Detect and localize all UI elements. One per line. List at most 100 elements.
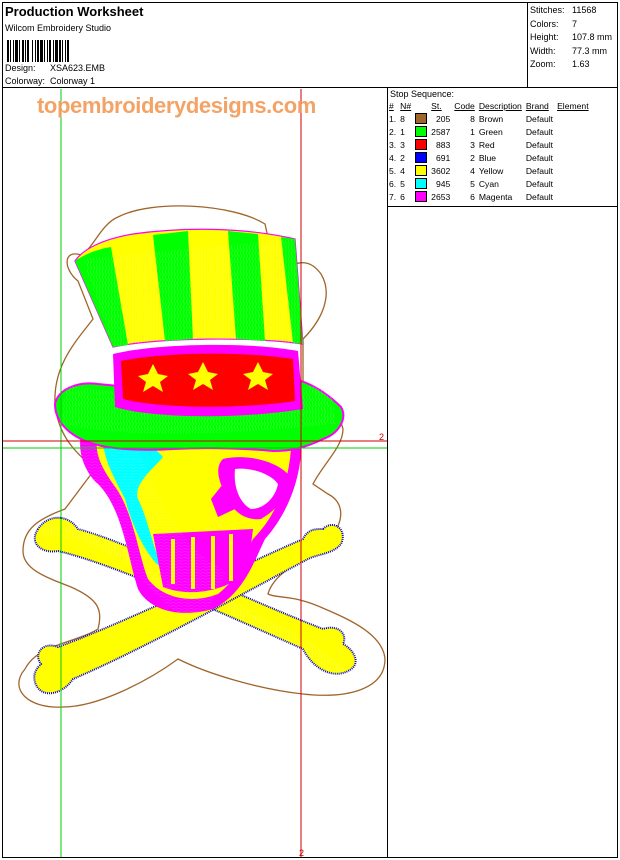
col-swatch — [414, 100, 430, 112]
row-brand: Default — [525, 113, 554, 124]
stat-height: Height: 107.8 mm — [530, 32, 613, 42]
row-index: 3. — [389, 139, 397, 150]
row-element — [556, 151, 592, 164]
barcode-bar — [67, 40, 69, 62]
row-description: Blue — [478, 152, 497, 163]
embroidery-design — [3, 89, 387, 857]
col-stitches: St. — [431, 101, 442, 111]
row-description: Magenta — [478, 191, 513, 202]
row-element — [556, 177, 592, 190]
design-value: XSA623.EMB — [50, 63, 106, 73]
row-description: Green — [478, 126, 503, 137]
row-swatch — [414, 177, 430, 190]
row-stitches: 691 — [435, 152, 451, 163]
table-row: 1. 8 205 8 Brown Default — [388, 112, 592, 125]
stop-sequence-table: # N# St. Code Description Brand Element … — [388, 100, 592, 203]
table-row: 6. 5 945 5 Cyan Default — [388, 177, 592, 190]
stat-stitches: Stitches: 11568 — [530, 5, 597, 15]
barcode — [7, 40, 109, 62]
col-element: Element — [557, 101, 589, 111]
software-name: Wilcom Embroidery Studio — [5, 23, 112, 33]
color-swatch — [415, 152, 428, 164]
design-row: Design: XSA623.EMB — [5, 63, 105, 73]
row-description: Cyan — [478, 178, 499, 189]
row-description: Brown — [478, 113, 504, 124]
colorway-row: Colorway: Colorway 1 — [5, 76, 95, 86]
row-element — [556, 190, 592, 203]
design-preview — [3, 89, 387, 857]
row-element — [556, 125, 592, 138]
row-swatch — [414, 112, 430, 125]
table-header-row: # N# St. Code Description Brand Element — [388, 100, 592, 112]
table-row: 2. 1 2587 1 Green Default — [388, 125, 592, 138]
color-swatch — [415, 165, 428, 177]
watermark-text: topembroiderydesigns.com — [37, 93, 316, 118]
col-description: Description — [478, 101, 522, 111]
row-code: 6 — [470, 191, 475, 202]
row-brand: Default — [525, 191, 554, 202]
stats-panel: Stitches: 11568 Colors: 7 Height: 107.8 mm … — [530, 4, 612, 72]
color-swatch — [415, 139, 428, 151]
row-swatch — [414, 190, 430, 203]
color-swatch — [415, 113, 428, 125]
row-brand: Default — [525, 126, 554, 137]
row-index: 2. — [389, 126, 397, 137]
colorway-label: Colorway: — [5, 76, 46, 86]
guide-label-right: 2 — [379, 432, 385, 442]
stat-width: Width: 77.3 mm — [530, 45, 608, 56]
row-code: 4 — [470, 165, 475, 176]
row-swatch — [414, 164, 430, 177]
color-swatch — [415, 191, 428, 203]
row-needle: 4 — [400, 165, 405, 176]
row-stitches: 945 — [435, 178, 451, 189]
row-code: 2 — [470, 152, 475, 163]
row-brand: Default — [525, 165, 554, 176]
colorway-value: Colorway 1 — [50, 76, 96, 86]
row-index: 5. — [389, 165, 397, 176]
row-needle: 6 — [400, 191, 405, 202]
color-swatch — [415, 178, 428, 190]
row-code: 8 — [470, 113, 475, 124]
row-stitches: 2653 — [431, 191, 451, 202]
header-divider — [527, 2, 528, 88]
header-bottom-rule — [2, 87, 618, 88]
row-index: 1. — [389, 113, 397, 124]
row-stitches: 883 — [435, 139, 451, 150]
table-row: 4. 2 691 2 Blue Default — [388, 151, 592, 164]
row-needle: 8 — [400, 113, 405, 124]
design-label: Design: — [5, 63, 36, 73]
col-index: # — [389, 101, 394, 111]
stat-colors: Colors: 7 — [530, 18, 578, 29]
col-needle: N# — [400, 101, 412, 111]
row-code: 5 — [470, 178, 475, 189]
row-index: 6. — [389, 178, 397, 189]
color-swatch — [415, 126, 428, 138]
header: Production Worksheet Wilcom Embroidery S… — [5, 4, 525, 88]
row-brand: Default — [525, 139, 554, 150]
col-brand: Brand — [525, 101, 549, 111]
row-swatch — [414, 125, 430, 138]
row-stitches: 205 — [435, 113, 451, 124]
col-code: Code — [454, 101, 475, 111]
row-brand: Default — [525, 152, 554, 163]
stops-bottom-rule — [387, 206, 618, 207]
table-row: 7. 6 2653 6 Magenta Default — [388, 190, 592, 203]
row-stitches: 3602 — [431, 165, 451, 176]
row-swatch — [414, 151, 430, 164]
row-element — [556, 112, 592, 125]
row-index: 7. — [389, 191, 397, 202]
row-brand: Default — [525, 178, 554, 189]
stop-sequence-title: Stop Sequence: — [390, 89, 455, 99]
row-element — [556, 164, 592, 177]
row-index: 4. — [389, 152, 397, 163]
page-title: Production Worksheet — [5, 4, 144, 19]
row-needle: 5 — [400, 178, 405, 189]
row-needle: 2 — [400, 152, 405, 163]
guide-label-bottom: 2 — [299, 848, 305, 858]
table-row: 3. 3 883 3 Red Default — [388, 138, 592, 151]
row-element — [556, 138, 592, 151]
row-needle: 1 — [400, 126, 405, 137]
row-swatch — [414, 138, 430, 151]
row-description: Yellow — [478, 165, 504, 176]
stat-zoom: Zoom: 1.63 — [530, 59, 590, 69]
